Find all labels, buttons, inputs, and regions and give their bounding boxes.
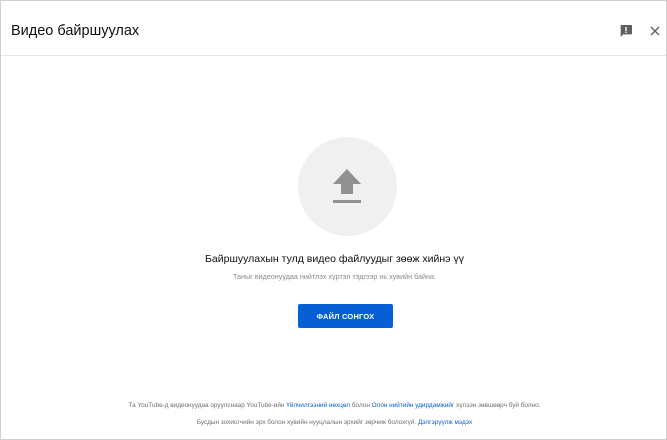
copyright-notice: Бусдын зохиогчийн эрх болон хувийн нууцл… [1, 419, 667, 426]
learn-more-link[interactable]: Дэлгэрүүлж мэдэх [418, 419, 472, 426]
terms-text-1: Та YouTube-д видеонуудаа оруулснаар YouT… [128, 402, 287, 409]
terms-notice: Та YouTube-д видеонуудаа оруулснаар YouT… [1, 402, 667, 409]
terms-text-2: болон [350, 402, 372, 409]
upload-arrow-icon [333, 169, 361, 203]
community-guidelines-link[interactable]: Олон нийтийн удирдамжийг [372, 402, 455, 409]
select-files-button[interactable]: ФАЙЛ СОНГОХ [298, 304, 393, 328]
copyright-text: Бусдын зохиогчийн эрх болон хувийн нууцл… [196, 419, 418, 426]
dialog-header: Видео байршуулах [1, 1, 666, 56]
upload-dialog: Видео байршуулах Байршуулахын тулд видео… [0, 0, 667, 440]
privacy-note: Таныг видеонуудаа нийтлэх хүртэл тэдгээр… [232, 272, 437, 281]
dialog-title: Видео байршуулах [11, 23, 140, 39]
terms-text-3: хүлээн зөвшөөрч буй болно. [454, 402, 541, 409]
feedback-icon[interactable] [618, 23, 634, 41]
drag-drop-instruction: Байршуулахын тулд видео файлуудыг зөөж х… [205, 253, 464, 265]
close-icon[interactable] [647, 23, 663, 41]
terms-of-service-link[interactable]: Үйлчилгээний нөхцөл [286, 402, 350, 409]
upload-drop-zone[interactable] [298, 137, 397, 236]
